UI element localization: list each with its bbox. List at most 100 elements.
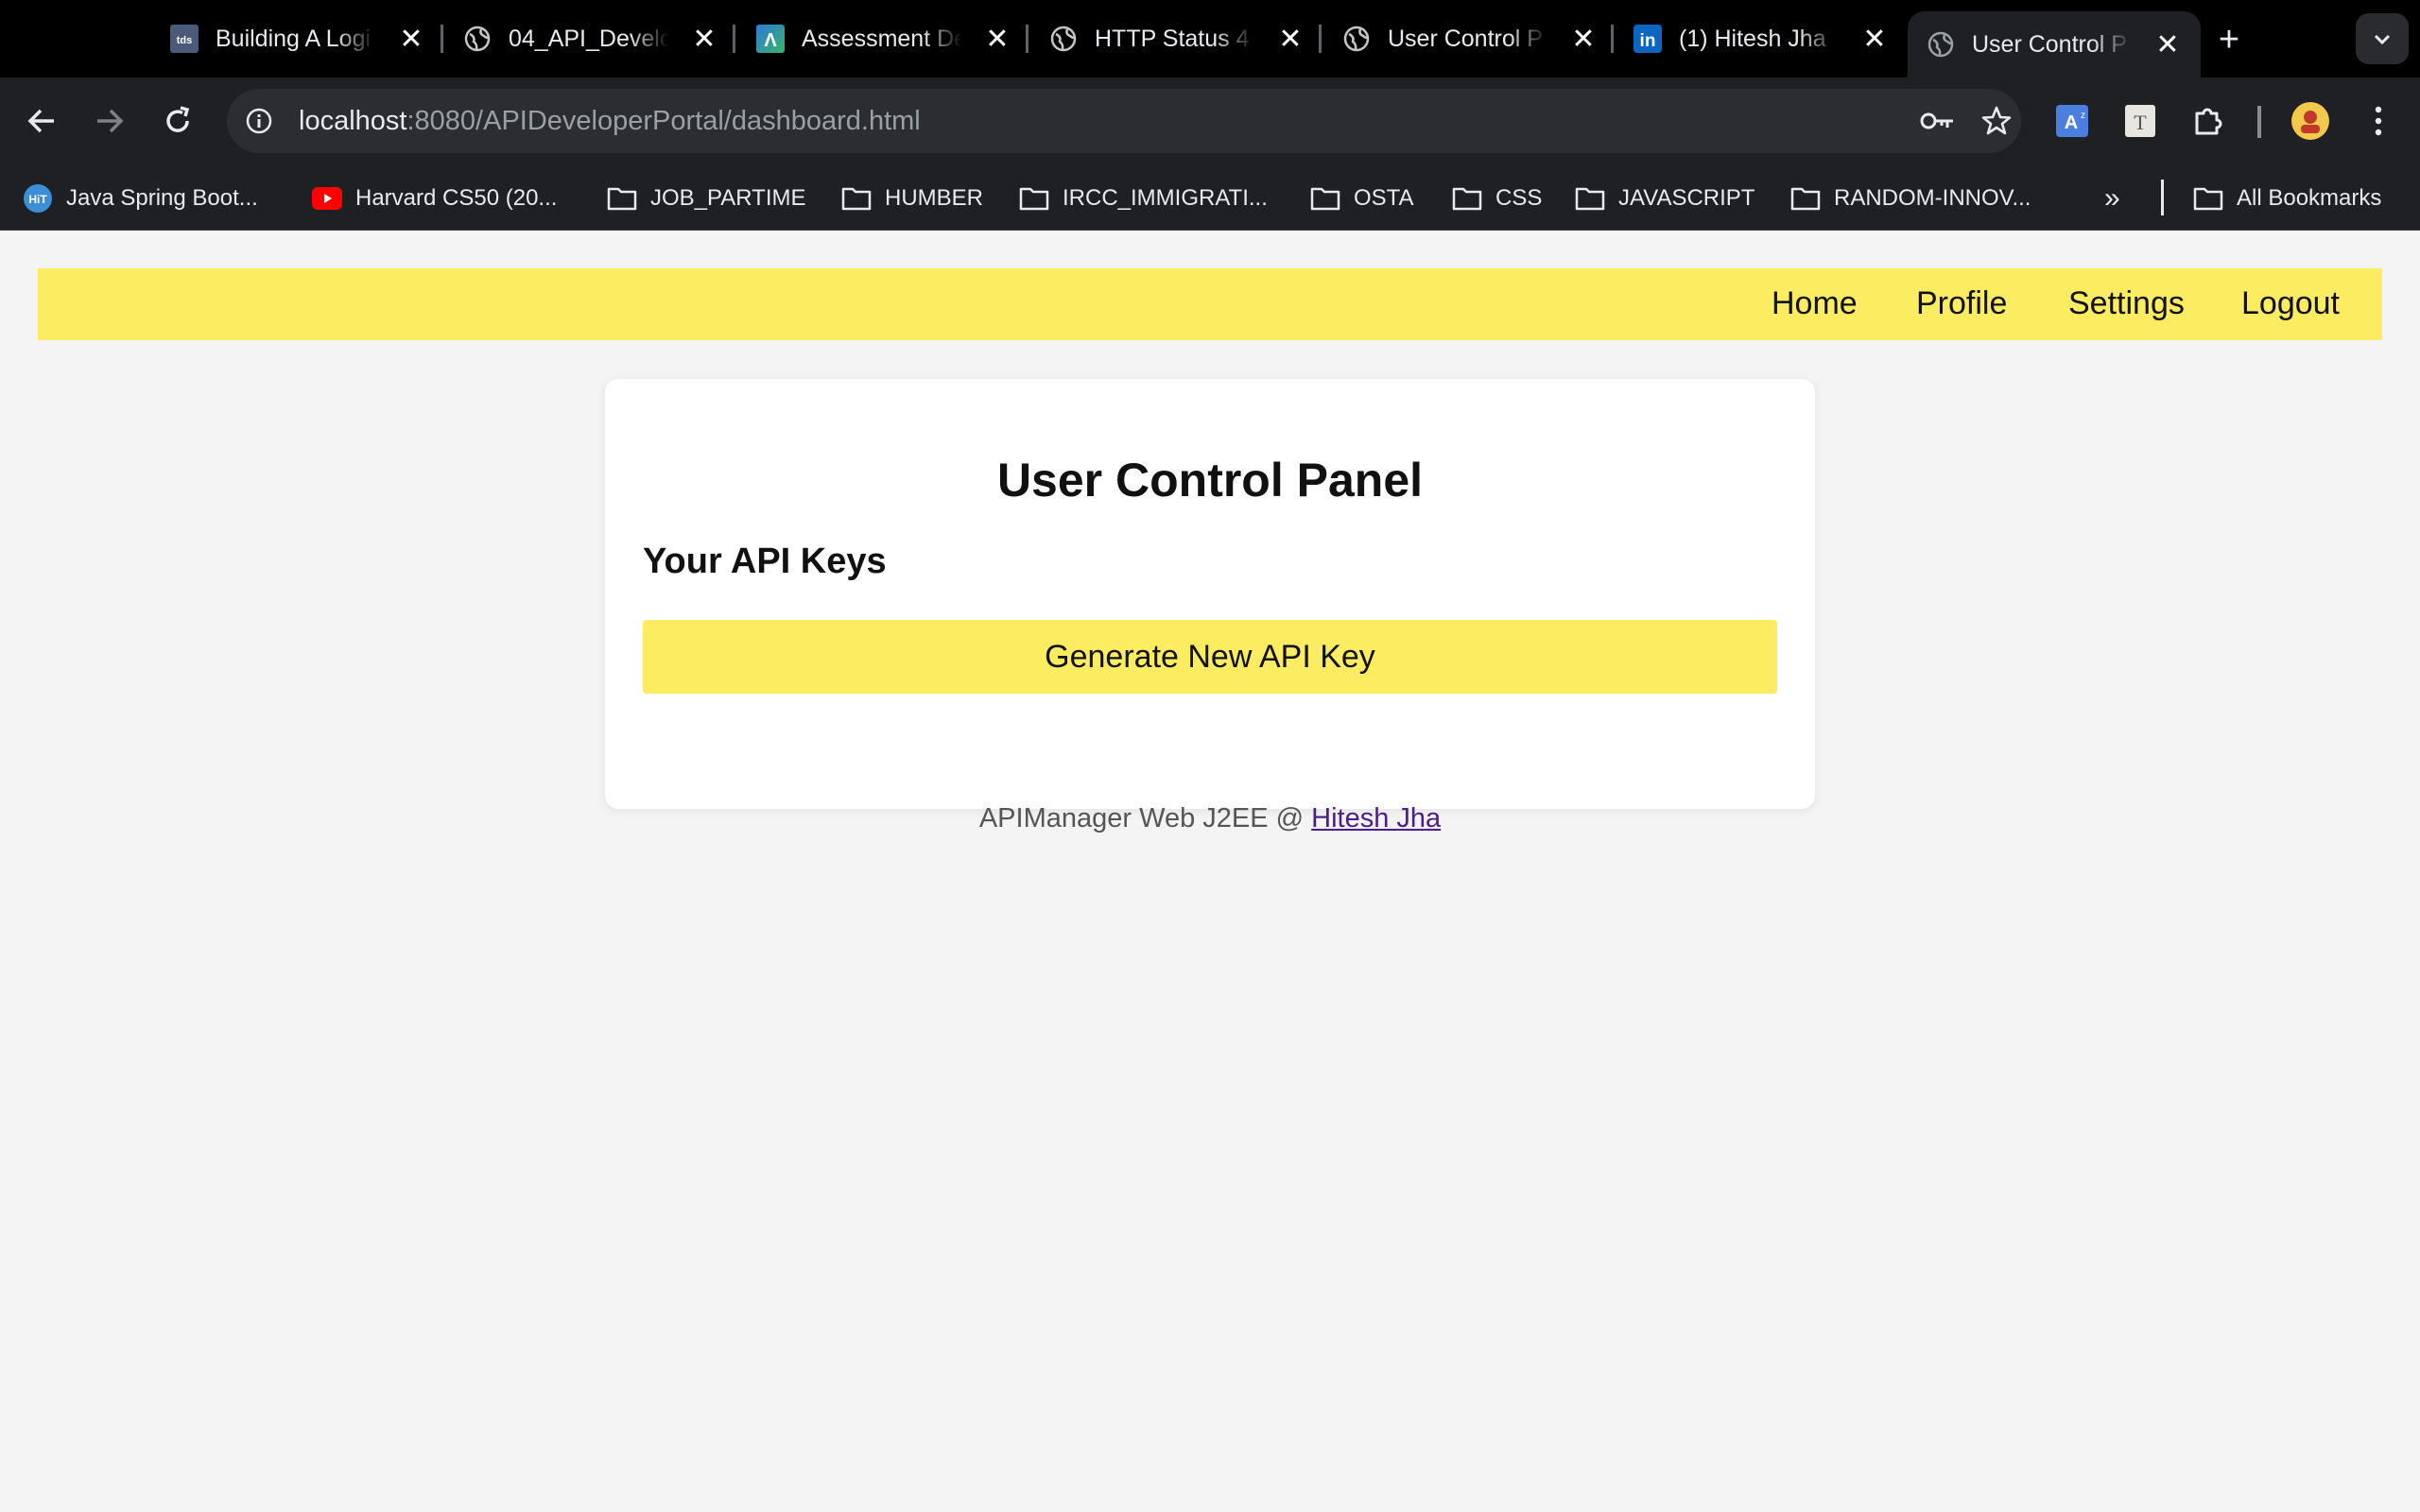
svg-text:T: T [2134,111,2147,134]
back-button[interactable] [19,98,64,144]
puzzle-icon[interactable] [2186,98,2231,144]
url-path: :8080/APIDeveloperPortal/dashboard.html [406,105,921,136]
browser-tab[interactable]: HTTP Status 4 ✕ [1049,13,1305,64]
svg-text:HiT: HiT [28,193,47,206]
nav-link-settings[interactable]: Settings [2068,285,2185,322]
bookmark-folder[interactable]: JAVASCRIPT [1575,181,1754,215]
nav-link-home[interactable]: Home [1772,285,1858,322]
folder-icon [607,183,637,214]
page-title: User Control Panel [996,454,1424,507]
close-icon[interactable]: ✕ [2153,29,2182,60]
close-icon[interactable]: ✕ [1276,24,1305,55]
folder-icon [1575,183,1605,214]
bookmark-folder[interactable]: IRCC_IMMIGRATI... [1019,181,1268,215]
tab-separator [1319,25,1322,53]
bookmark-label: IRCC_IMMIGRATI... [1063,185,1268,211]
reload-button[interactable] [155,98,200,144]
bookmark-folder[interactable]: HUMBER [841,181,983,215]
browser-tab[interactable]: User Control P ✕ [1342,13,1598,64]
globe-icon [463,25,492,53]
key-icon[interactable] [1919,102,1957,140]
url-host: localhost [299,105,407,136]
tab-separator [1611,25,1614,53]
control-panel-card: User Control Panel Your API Keys Generat… [605,379,1815,809]
close-icon[interactable]: ✕ [690,24,718,55]
nav-link-profile[interactable]: Profile [1916,285,2007,322]
toolbar-separator [2257,106,2261,138]
bookmark-folder[interactable]: JOB_PARTIME [607,181,805,215]
browser-tab[interactable]: tds Building A Logi ✕ [170,13,425,64]
web-page: Home Profile Settings Logout User Contro… [0,231,2420,1512]
browser-tab[interactable]: 04_API_Develo ✕ [463,13,718,64]
bookmark-folder[interactable]: CSS [1452,181,1542,215]
bookmarks-separator [2161,180,2164,215]
new-tab-button[interactable]: + [2210,20,2248,60]
bookmark-label: All Bookmarks [2237,185,2382,211]
page-footer: APIManager Web J2EE @ Hitesh Jha [0,803,2420,834]
bookmark-label: JAVASCRIPT [1618,185,1755,211]
arrow-right-icon [97,109,124,133]
tab-separator [733,25,735,53]
browser-tab[interactable]: in (1) Hitesh Jha ✕ [1634,13,1889,64]
tab-title: 04_API_Develo [509,25,669,52]
footer-author-link[interactable]: Hitesh Jha [1311,803,1441,833]
folder-icon [2193,183,2223,214]
close-icon[interactable]: ✕ [1860,24,1889,55]
reload-icon [166,106,190,132]
svg-text:in: in [1640,31,1656,51]
bookmark-folder[interactable]: OSTA [1310,181,1414,215]
bookmark-label: RANDOM-INNOV... [1834,185,2031,211]
tab-separator [441,25,443,53]
close-icon[interactable]: ✕ [397,24,425,55]
folder-icon [1452,183,1482,214]
kebab-menu-icon[interactable] [2356,98,2401,144]
bookmark-folder[interactable]: RANDOM-INNOV... [1790,181,2031,215]
site-info-icon[interactable] [242,104,276,138]
tab-title: User Control P [1388,25,1543,52]
nav-link-logout[interactable]: Logout [2241,285,2340,322]
bookmarks-overflow-button[interactable]: » [2104,181,2120,215]
address-bar[interactable]: localhost:8080/APIDeveloperPortal/dashbo… [227,89,2021,153]
browser-tab[interactable]: Λ Assessment De ✕ [756,13,1011,64]
svg-text:Λ: Λ [764,30,777,51]
site-navbar: Home Profile Settings Logout [38,268,2382,340]
tab-separator [1026,25,1028,53]
bookmark-label: HUMBER [885,185,984,211]
tab-title: Assessment De [802,25,962,52]
generate-api-key-button[interactable]: Generate New API Key [643,620,1777,694]
star-icon[interactable] [1978,102,2015,140]
bookmarks-bar: HiT Java Spring Boot... Harvard CS50 (20… [0,164,2420,231]
bookmark-label: JOB_PARTIME [650,185,806,211]
tab-title: HTTP Status 4 [1095,25,1250,52]
folder-icon [1310,183,1340,214]
browser-toolbar: localhost:8080/APIDeveloperPortal/dashbo… [0,77,2420,164]
bookmark-label: Java Spring Boot... [66,185,258,211]
tab-title: (1) Hitesh Jha [1679,25,1826,52]
arrow-left-icon [27,109,54,133]
tds-icon: tds [170,25,199,53]
close-icon[interactable]: ✕ [983,24,1011,55]
browser-tab-strip: tds Building A Logi ✕ 04_API_Develo ✕ Λ … [0,0,2420,77]
text-extension-icon[interactable]: T [2118,98,2163,144]
globe-icon [1342,25,1371,53]
chevron-double-right-icon: » [2104,182,2120,214]
browser-tab-active[interactable]: User Control P ✕ [1908,11,2201,77]
bookmark-harvard-cs50[interactable]: Harvard CS50 (20... [312,181,557,215]
folder-icon [1790,183,1821,214]
all-bookmarks-button[interactable]: All Bookmarks [2193,181,2381,215]
bookmark-java-spring[interactable]: HiT Java Spring Boot... [23,181,258,215]
svg-text:z: z [2081,111,2085,121]
tab-title: User Control P [1972,30,2127,58]
tab-search-button[interactable] [2356,13,2409,64]
tab-title: Building A Logi [216,25,372,52]
translate-extension-icon[interactable]: Az [2049,98,2095,144]
forward-button[interactable] [87,98,132,144]
svg-text:tds: tds [177,35,193,46]
bookmark-label: Harvard CS50 (20... [355,185,558,211]
avatar[interactable] [2288,98,2333,144]
section-title: Your API Keys [643,541,887,581]
close-icon[interactable]: ✕ [1569,24,1598,55]
globe-icon [1049,25,1078,53]
url-text: localhost:8080/APIDeveloperPortal/dashbo… [299,106,921,137]
assessment-icon: Λ [756,25,785,53]
